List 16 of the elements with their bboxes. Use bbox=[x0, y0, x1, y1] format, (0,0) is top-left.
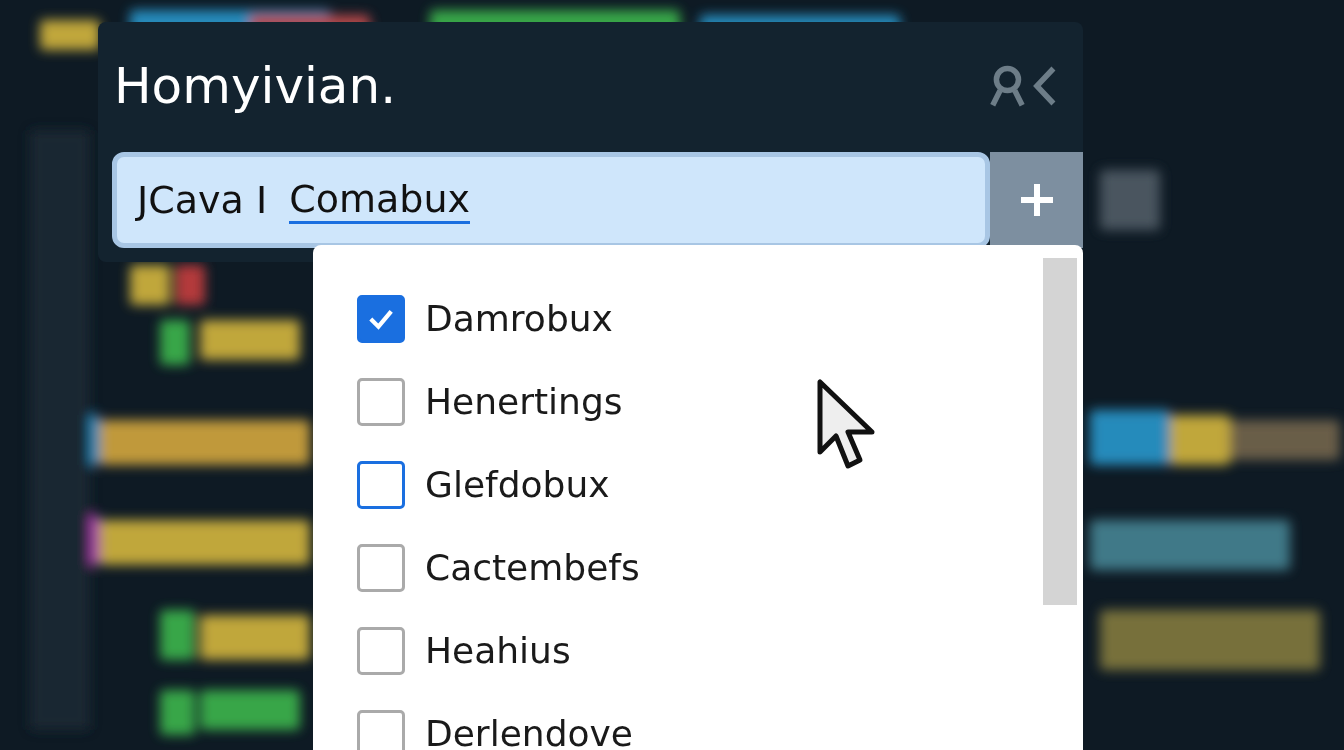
option-label[interactable]: Cactembefs bbox=[425, 547, 640, 588]
option-label[interactable]: Damrobux bbox=[425, 298, 613, 339]
option-label[interactable]: Heahius bbox=[425, 630, 571, 671]
option-label[interactable]: Henertings bbox=[425, 381, 623, 422]
option-label[interactable]: Glefdobux bbox=[425, 464, 610, 505]
panel-title: Homyivian. bbox=[114, 56, 397, 117]
checkbox[interactable] bbox=[357, 377, 405, 426]
scrollbar-thumb[interactable] bbox=[1043, 258, 1077, 605]
checkbox[interactable] bbox=[357, 709, 405, 750]
checkbox[interactable] bbox=[357, 543, 405, 592]
checkbox[interactable] bbox=[357, 626, 405, 675]
checkbox[interactable] bbox=[357, 460, 405, 509]
option-label[interactable]: Derlendove bbox=[425, 713, 633, 750]
add-button[interactable] bbox=[990, 152, 1083, 248]
input-field[interactable]: JCava I Comabux bbox=[112, 152, 990, 248]
checkbox[interactable] bbox=[357, 294, 405, 343]
